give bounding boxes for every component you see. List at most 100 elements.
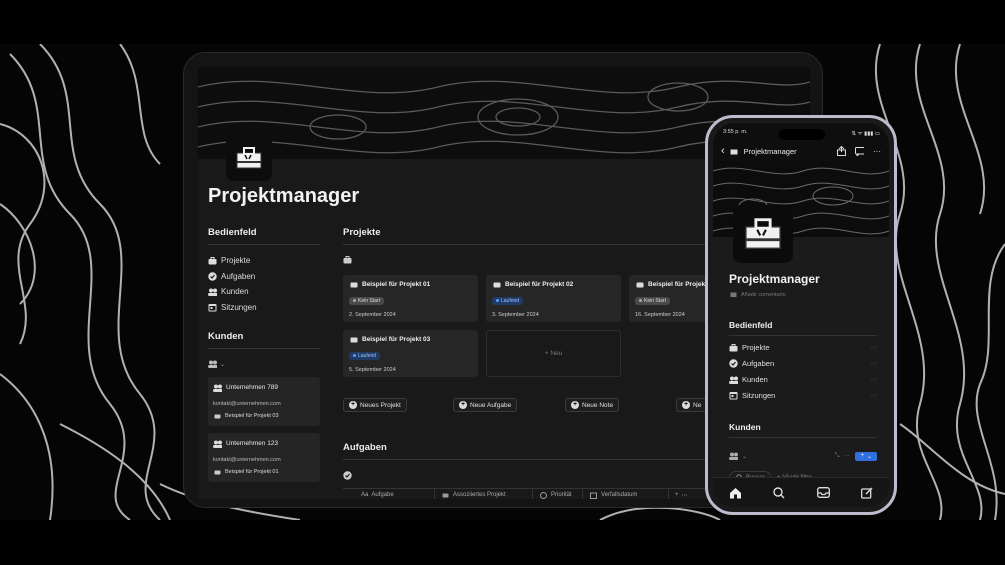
people-icon — [208, 360, 217, 369]
comment-label: Añadir comentario — [741, 291, 786, 298]
new-note-button[interactable]: + Neue Note — [565, 398, 620, 412]
new-entry-button[interactable]: + ⌄ — [855, 451, 877, 461]
plus-icon: + — [349, 401, 357, 409]
status-icons: ⇅ ᯤ ▮▮▮ ▭ — [851, 131, 881, 137]
briefcase-icon — [213, 467, 222, 476]
chevron-down-icon: ⌄ — [220, 361, 226, 368]
more-icon[interactable]: ··· — [870, 360, 877, 367]
project-card[interactable]: Beispiel für Projekt 01 Kein Start 2. Se… — [343, 275, 478, 322]
nav-label: Kunden — [742, 375, 768, 384]
calendar-icon — [729, 391, 738, 400]
more-icon[interactable]: ··· — [873, 147, 881, 156]
status-time: 3:55 p. m. — [723, 129, 748, 135]
column-label: Assoziiertes Projekt — [453, 492, 506, 498]
client-card[interactable]: Unternehmen 789 kontakt@unternehmen.com … — [208, 377, 320, 426]
nav-label: Projekte — [742, 343, 770, 352]
more-icon[interactable]: ··· — [870, 392, 877, 399]
bedienfeld-heading: Bedienfeld — [208, 227, 320, 245]
sidebar-item-kunden[interactable]: Kunden ··· — [729, 375, 877, 384]
column-verfallsdatum[interactable]: Verfallsdatum — [583, 488, 669, 499]
search-icon[interactable] — [772, 486, 786, 500]
new-project-card[interactable]: + Neu — [486, 330, 621, 377]
briefcase-icon — [729, 343, 738, 352]
dynamic-island — [779, 129, 825, 140]
relation-icon — [441, 491, 450, 500]
add-column-button[interactable]: + — [675, 492, 679, 498]
phone-frame: 3:55 p. m. ⇅ ᯤ ▮▮▮ ▭ ‹ Projektmanager ··… — [705, 115, 897, 515]
column-prioritaet[interactable]: Priorität — [533, 488, 583, 499]
more-icon[interactable]: ··· — [870, 376, 877, 383]
inbox-icon[interactable] — [816, 486, 830, 500]
bedienfeld-heading: Bedienfeld — [729, 320, 877, 336]
briefcase-icon — [213, 411, 222, 420]
project-card[interactable]: Beispiel für Projekt 03 Laufend 5. Septe… — [343, 330, 478, 377]
status-badge: Laufend — [492, 296, 524, 305]
plus-icon: + — [459, 401, 467, 409]
project-card[interactable]: Beispiel für Projekt 02 Laufend 3. Septe… — [486, 275, 621, 322]
column-label: Aufgabe — [371, 492, 394, 498]
project-date: 2. September 2024 — [349, 312, 396, 318]
sidebar-item-projekte[interactable]: Projekte — [208, 253, 320, 269]
new-other-button[interactable]: + Ne — [676, 398, 708, 412]
sidebar-item-kunden[interactable]: Kunden — [208, 284, 320, 300]
sidebar-item-label: Projekte — [221, 256, 251, 266]
kunden-heading: Kunden — [208, 331, 320, 349]
sidebar-item-aufgaben[interactable]: Aufgaben — [208, 269, 320, 285]
sidebar-item-label: Kunden — [221, 287, 249, 297]
status-badge: Kein Start — [349, 296, 384, 305]
sidebar-item-aufgaben[interactable]: Aufgaben ··· — [729, 359, 877, 368]
toolbox-icon — [730, 147, 739, 156]
people-icon — [213, 383, 222, 392]
kunden-view-selector[interactable]: ⌄ — [208, 357, 320, 371]
home-icon[interactable] — [728, 486, 742, 500]
expand-icon[interactable]: ⤡ — [835, 453, 840, 460]
button-label: Neue Note — [582, 401, 614, 409]
more-icon[interactable]: ··· — [843, 453, 849, 459]
plus-icon: + — [682, 401, 690, 409]
chevron-down-icon: ⌄ — [866, 453, 872, 460]
share-icon[interactable] — [837, 146, 846, 156]
new-project-button[interactable]: + Neues Projekt — [343, 398, 407, 412]
project-name: Beispiel für Projekt 02 — [505, 281, 574, 288]
sidebar-item-projekte[interactable]: Projekte ··· — [729, 343, 877, 352]
phone-nav-bar: ‹ Projektmanager ··· — [713, 141, 889, 161]
add-comment-link[interactable]: Añadir comentario — [729, 290, 786, 299]
compose-icon[interactable] — [860, 486, 874, 500]
new-task-button[interactable]: + Neue Aufgabe — [453, 398, 518, 412]
people-icon — [729, 375, 738, 384]
people-icon[interactable] — [729, 452, 738, 461]
back-icon[interactable]: ‹ — [721, 145, 725, 157]
client-project[interactable]: Beispiel für Projekt 01 — [225, 469, 279, 475]
toolbox-icon — [226, 135, 272, 181]
check-circle-icon — [208, 272, 217, 281]
button-label: Ne — [693, 401, 702, 409]
client-card[interactable]: Unternehmen 123 kontakt@unternehmen.com … — [208, 433, 320, 482]
select-icon — [539, 491, 548, 500]
page-name: Projektmanager — [743, 146, 797, 156]
status-label: Laufend — [358, 352, 377, 359]
briefcase-icon — [635, 280, 644, 289]
kunden-toolbar: ⌄ ⤡ ··· + ⌄ — [729, 449, 877, 463]
project-name: Beispiel für Projekt — [648, 281, 708, 288]
toolbox-icon — [733, 205, 793, 263]
table-actions: + ⋯ — [669, 488, 699, 499]
column-aufgabe[interactable]: Aa Aufgabe — [343, 488, 435, 499]
client-email: kontakt@unternehmen.com — [213, 457, 281, 463]
client-project[interactable]: Beispiel für Projekt 03 — [225, 413, 279, 419]
chevron-down-icon[interactable]: ⌄ — [742, 453, 747, 460]
sidebar-item-sitzungen[interactable]: Sitzungen — [208, 300, 320, 316]
people-icon — [208, 287, 217, 296]
sidebar-item-sitzungen[interactable]: Sitzungen ··· — [729, 391, 877, 400]
column-projekt[interactable]: Assoziiertes Projekt — [435, 488, 533, 499]
status-label: Kein Start — [358, 297, 380, 304]
project-name: Beispiel für Projekt 01 — [362, 281, 431, 288]
briefcase-icon — [349, 280, 358, 289]
plus-icon: + — [860, 452, 864, 459]
project-date: 3. September 2024 — [492, 312, 539, 318]
comment-icon — [729, 290, 738, 299]
more-icon[interactable]: ⋯ — [682, 492, 688, 499]
more-icon[interactable]: ··· — [870, 344, 877, 351]
bottom-tab-bar — [713, 477, 889, 507]
page-title: Projektmanager — [208, 185, 360, 207]
comment-icon[interactable] — [855, 146, 864, 156]
